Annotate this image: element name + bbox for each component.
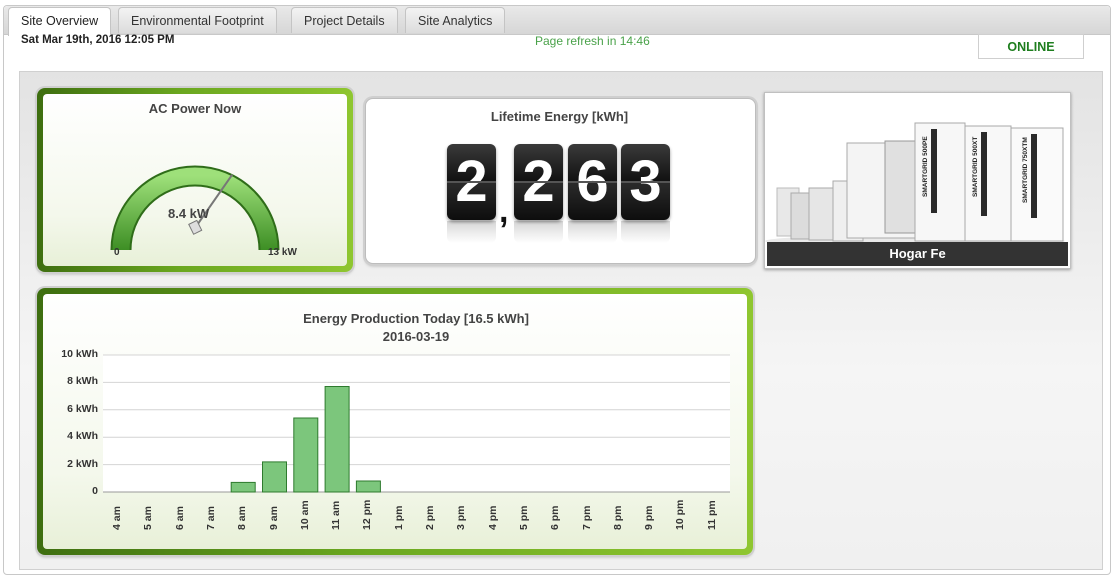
bar-11am[interactable] (324, 386, 350, 493)
x-tick-label: 10 am (298, 500, 311, 530)
x-tick-label: 8 pm (611, 505, 624, 530)
x-tick-label: 10 pm (674, 499, 687, 530)
bar-10am[interactable] (293, 417, 319, 493)
x-tick-label: 11 am (330, 500, 343, 530)
y-tick-label: 0 (92, 485, 98, 497)
x-tick-label: 9 pm (643, 505, 656, 530)
bar-8am[interactable] (230, 481, 256, 493)
energy-production-chart (103, 354, 730, 493)
x-tick-label: 12 pm (361, 499, 374, 530)
x-tick-label: 9 am (267, 506, 280, 530)
x-tick-label: 7 am (204, 506, 217, 530)
x-tick-label: 4 am (111, 506, 123, 530)
x-tick-label: 8 am (236, 506, 249, 530)
bar-12pm[interactable] (355, 480, 381, 493)
x-tick-label: 11 pm (705, 500, 718, 530)
y-tick-label: 10 kWh (61, 348, 98, 360)
y-tick-label: 4 kWh (67, 430, 98, 443)
x-tick-label: 3 pm (455, 505, 468, 530)
y-tick-label: 2 kWh (67, 457, 98, 470)
x-tick-label: 5 am (142, 506, 155, 530)
x-tick-label: 2 pm (424, 505, 436, 530)
x-tick-label: 7 pm (580, 505, 593, 530)
x-tick-label: 4 pm (486, 505, 499, 530)
y-tick-label: 8 kWh (67, 375, 98, 388)
x-tick-label: 6 pm (549, 505, 562, 530)
y-tick-label: 6 kWh (67, 402, 98, 415)
x-tick-label: 5 pm (517, 505, 530, 530)
plot-area (103, 355, 730, 492)
bar-9am[interactable] (262, 461, 287, 493)
x-tick-label: 6 am (173, 506, 186, 530)
x-tick-label: 1 pm (392, 505, 405, 530)
